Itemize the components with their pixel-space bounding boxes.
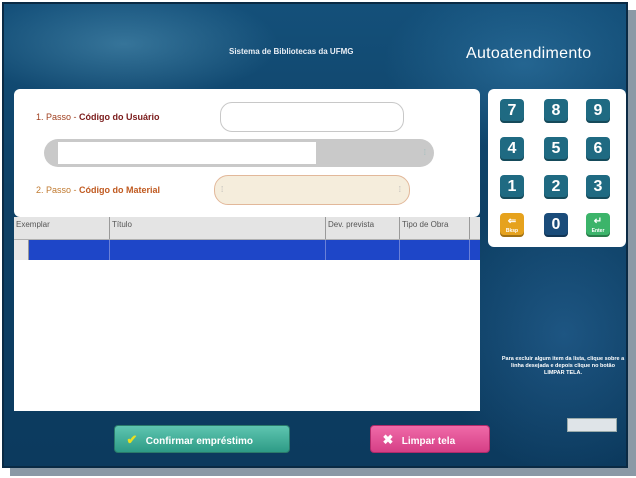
step2-label: 2. Passo - Código do Material xyxy=(36,185,160,195)
key-8[interactable]: 8 xyxy=(544,99,568,123)
table-cell xyxy=(110,240,326,260)
x-icon: ✖ xyxy=(382,432,394,447)
page-title: Autoatendimento xyxy=(466,45,592,62)
table-cell xyxy=(326,240,400,260)
backspace-arrow-icon: ⇐ xyxy=(507,216,517,227)
confirm-loan-button[interactable]: ✔ Confirmar empréstimo xyxy=(114,425,290,453)
loan-table: Exemplar Título Dev. prevista Tipo de Ob… xyxy=(14,217,480,411)
user-info-field xyxy=(58,142,316,164)
row-selector[interactable] xyxy=(14,240,29,260)
column-header[interactable]: Título xyxy=(110,217,326,239)
enter-key[interactable]: ↵ Enter xyxy=(586,213,610,237)
check-icon: ✔ xyxy=(126,432,138,447)
key-2[interactable]: 2 xyxy=(544,175,568,199)
clear-screen-button[interactable]: ✖ Limpar tela xyxy=(370,425,490,453)
system-name: Sistema de Bibliotecas da UFMG xyxy=(229,47,354,56)
backspace-label: Bksp xyxy=(505,228,519,234)
grip-dots-icon: ⁞ xyxy=(221,185,224,194)
form-panel: 1. Passo - Código do Usuário ⁞ 2. Passo … xyxy=(14,89,480,217)
column-header[interactable]: Tipo de Obra xyxy=(400,217,470,239)
step1-prefix: 1. Passo - xyxy=(36,112,80,122)
step2-prefix: 2. Passo - xyxy=(36,185,80,195)
key-6[interactable]: 6 xyxy=(586,137,610,161)
key-9[interactable]: 9 xyxy=(586,99,610,123)
step2-title: Código do Material xyxy=(79,185,161,195)
key-0[interactable]: 0 xyxy=(544,213,568,237)
kiosk-window: Sistema de Bibliotecas da UFMG Autoatend… xyxy=(2,2,628,468)
key-5[interactable]: 5 xyxy=(544,137,568,161)
column-header[interactable]: Dev. prevista xyxy=(326,217,400,239)
table-header: Exemplar Título Dev. prevista Tipo de Ob… xyxy=(14,217,480,240)
numeric-keypad: 7 8 9 4 5 6 1 2 3 ⇐ Bksp 0 ↵ Enter xyxy=(488,89,626,247)
table-row[interactable] xyxy=(14,240,480,260)
grip-dots-icon: ⁞ xyxy=(398,185,401,194)
key-7[interactable]: 7 xyxy=(500,99,524,123)
user-code-input[interactable] xyxy=(220,102,404,132)
enter-arrow-icon: ↵ xyxy=(593,216,603,227)
clear-label: Limpar tela xyxy=(401,436,456,447)
step1-label: 1. Passo - Código do Usuário xyxy=(36,112,160,122)
backspace-key[interactable]: ⇐ Bksp xyxy=(500,213,524,237)
column-header[interactable]: Exemplar xyxy=(14,217,110,239)
step1-title: Código do Usuário xyxy=(79,112,160,122)
material-code-input[interactable]: ⁞ ⁞ xyxy=(214,175,410,205)
confirm-label: Confirmar empréstimo xyxy=(145,436,254,447)
key-1[interactable]: 1 xyxy=(500,175,524,199)
key-3[interactable]: 3 xyxy=(586,175,610,199)
user-info-bar: ⁞ xyxy=(44,139,434,167)
key-4[interactable]: 4 xyxy=(500,137,524,161)
table-cell xyxy=(400,240,470,260)
help-text: Para excluir algum item da lista, clique… xyxy=(501,356,625,376)
enter-label: Enter xyxy=(591,228,605,234)
clock-display xyxy=(567,418,617,432)
grip-dots-icon: ⁞ xyxy=(423,148,426,157)
